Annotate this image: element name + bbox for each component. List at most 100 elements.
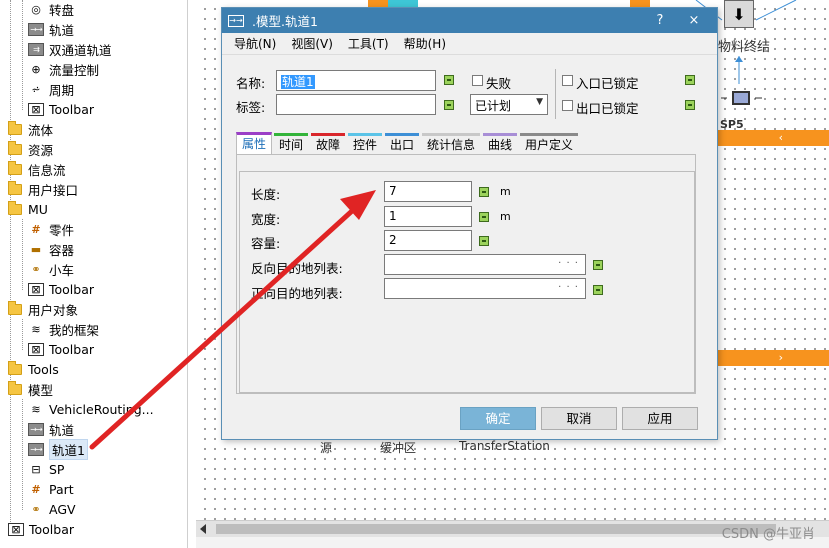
exit-locked-inherit-icon[interactable] bbox=[685, 100, 695, 110]
ellipsis-icon[interactable]: · · · bbox=[558, 258, 579, 269]
tree-item-model[interactable]: 模型 bbox=[8, 379, 53, 399]
failed-checkbox[interactable] bbox=[472, 75, 483, 86]
tree-item-toolbar[interactable]: ⊠ Toolbar bbox=[28, 279, 94, 299]
tree-item-double-track[interactable]: ⇉ 双通道轨道 bbox=[28, 39, 112, 59]
tree-item-toolbar[interactable]: ⊠ Toolbar bbox=[8, 519, 74, 539]
tree-item-information-flow[interactable]: 信息流 bbox=[8, 159, 66, 179]
turntable-icon: ◎ bbox=[31, 2, 41, 16]
width-field[interactable]: 1 bbox=[384, 206, 472, 227]
tab-curve[interactable]: 曲线 bbox=[483, 133, 517, 153]
capacity-field[interactable]: 2 bbox=[384, 230, 472, 251]
tree-item-label: 流体 bbox=[28, 122, 54, 138]
forward-destination-label: 正向目的地列表: bbox=[251, 286, 343, 301]
menu-help[interactable]: 帮助(H) bbox=[404, 35, 446, 52]
backward-destination-field[interactable]: · · · bbox=[384, 254, 586, 275]
tree-item-fluids[interactable]: 流体 bbox=[8, 119, 53, 139]
forward-destination-field[interactable]: · · · bbox=[384, 278, 586, 299]
menu-navigate[interactable]: 导航(N) bbox=[234, 35, 276, 52]
tree-item-mu[interactable]: MU bbox=[8, 199, 48, 219]
help-button[interactable]: ? bbox=[649, 12, 671, 29]
tree-item-sp[interactable]: ⊟ SP bbox=[28, 459, 64, 479]
part-icon: # bbox=[31, 222, 41, 236]
tree-item-track-1[interactable]: →→ 轨道1 bbox=[28, 438, 88, 460]
cancel-button[interactable]: 取消 bbox=[541, 407, 617, 430]
tree-item-label: 双通道轨道 bbox=[49, 42, 112, 58]
dialog-menubar: 导航(N) 视图(V) 工具(T) 帮助(H) bbox=[222, 33, 717, 55]
tree-item-label: 周期 bbox=[49, 82, 75, 98]
apply-button[interactable]: 应用 bbox=[622, 407, 698, 430]
tree-item-label: VehicleRouting... bbox=[49, 401, 154, 417]
forward-destination-inherit-icon[interactable] bbox=[593, 285, 603, 295]
tree-item-label: 零件 bbox=[49, 222, 75, 238]
folder-icon bbox=[8, 380, 22, 395]
entry-locked-checkbox[interactable] bbox=[562, 75, 573, 86]
track-properties-dialog: →→ .模型.轨道1 ? × 导航(N) 视图(V) 工具(T) 帮助(H) 名… bbox=[221, 7, 718, 440]
length-label: 长度: bbox=[251, 187, 281, 202]
tree-item-track[interactable]: →→ 轨道 bbox=[28, 419, 74, 439]
close-button[interactable]: × bbox=[683, 12, 705, 29]
tab-attributes[interactable]: 属性 bbox=[236, 132, 272, 155]
name-inherit-icon[interactable] bbox=[444, 75, 454, 85]
length-field[interactable]: 7 bbox=[384, 181, 472, 202]
backward-destination-inherit-icon[interactable] bbox=[593, 260, 603, 270]
source-label: 源 bbox=[320, 441, 333, 455]
width-unit: m bbox=[500, 210, 511, 223]
capacity-inherit-icon[interactable] bbox=[479, 236, 489, 246]
tree-item-toolbar[interactable]: ⊠ Toolbar bbox=[28, 99, 94, 119]
tree-item-part[interactable]: # Part bbox=[28, 479, 73, 499]
tab-user-defined[interactable]: 用户定义 bbox=[520, 133, 578, 153]
tag-field[interactable] bbox=[276, 94, 436, 115]
tab-failures[interactable]: 故障 bbox=[311, 133, 345, 153]
tree-item-cycle[interactable]: ⩫ 周期 bbox=[28, 79, 74, 99]
tree-item-track[interactable]: →→ 轨道 bbox=[28, 19, 74, 39]
length-inherit-icon[interactable] bbox=[479, 187, 489, 197]
toolbar-icon: ⊠ bbox=[28, 102, 44, 116]
dialog-titlebar[interactable]: →→ .模型.轨道1 ? × bbox=[222, 8, 717, 33]
dialog-title: .模型.轨道1 bbox=[252, 14, 318, 29]
tree-item-container[interactable]: ▬ 容器 bbox=[28, 239, 74, 259]
folder-icon bbox=[8, 160, 22, 175]
tree-item-vehicle-routing[interactable]: ≋ VehicleRouting... bbox=[28, 399, 154, 419]
tree-item-my-frame[interactable]: ≋ 我的框架 bbox=[28, 319, 99, 339]
ok-button[interactable]: 确定 bbox=[460, 407, 536, 430]
name-value: 轨道1 bbox=[281, 75, 315, 89]
tab-statistics[interactable]: 统计信息 bbox=[422, 133, 480, 153]
tree-item-agv[interactable]: ⚭ AGV bbox=[28, 499, 75, 519]
scroll-left-icon[interactable] bbox=[200, 524, 206, 534]
scrollbar-thumb[interactable] bbox=[216, 524, 776, 534]
capacity-label: 容量: bbox=[251, 236, 281, 251]
tab-exit[interactable]: 出口 bbox=[385, 133, 419, 153]
tree-guide-line bbox=[22, 0, 23, 110]
tree-item-label: 用户对象 bbox=[28, 302, 79, 318]
tree-item-tools[interactable]: Tools bbox=[8, 359, 59, 379]
plan-select[interactable]: 已计划 ▼ bbox=[470, 94, 548, 115]
tree-item-user-interface[interactable]: 用户接口 bbox=[8, 179, 78, 199]
tree-guide-line bbox=[10, 0, 11, 530]
tab-controls[interactable]: 控件 bbox=[348, 133, 382, 153]
tree-item-cart[interactable]: ⚭ 小车 bbox=[28, 259, 74, 279]
exit-locked-checkbox[interactable] bbox=[562, 100, 573, 111]
tab-time[interactable]: 时间 bbox=[274, 133, 308, 153]
tag-label: 标签: bbox=[236, 100, 266, 115]
name-field[interactable]: 轨道1 bbox=[276, 70, 436, 91]
entry-locked-inherit-icon[interactable] bbox=[685, 75, 695, 85]
menu-tools[interactable]: 工具(T) bbox=[348, 35, 389, 52]
cycle-icon: ⩫ bbox=[31, 82, 41, 96]
tree-item-part[interactable]: # 零件 bbox=[28, 219, 74, 239]
tree-item-resources[interactable]: 资源 bbox=[8, 139, 53, 159]
tree-item-flow-control[interactable]: ⊕ 流量控制 bbox=[28, 59, 99, 79]
tree-item-user-objects[interactable]: 用户对象 bbox=[8, 299, 78, 319]
tag-inherit-icon[interactable] bbox=[444, 100, 454, 110]
ellipsis-icon[interactable]: · · · bbox=[558, 282, 579, 293]
folder-icon bbox=[8, 180, 22, 195]
entry-locked-label: 入口已锁定 bbox=[576, 76, 639, 91]
tree-item-label: 资源 bbox=[28, 142, 54, 158]
tree-item-label: MU bbox=[28, 201, 48, 217]
exit-locked-label: 出口已锁定 bbox=[576, 101, 639, 116]
tree-item-label: 模型 bbox=[28, 382, 54, 398]
tree-item-toolbar[interactable]: ⊠ Toolbar bbox=[28, 339, 94, 359]
length-unit: m bbox=[500, 185, 511, 198]
menu-view[interactable]: 视图(V) bbox=[291, 35, 333, 52]
width-inherit-icon[interactable] bbox=[479, 212, 489, 222]
tree-item-turntable[interactable]: ◎ 转盘 bbox=[28, 0, 74, 19]
